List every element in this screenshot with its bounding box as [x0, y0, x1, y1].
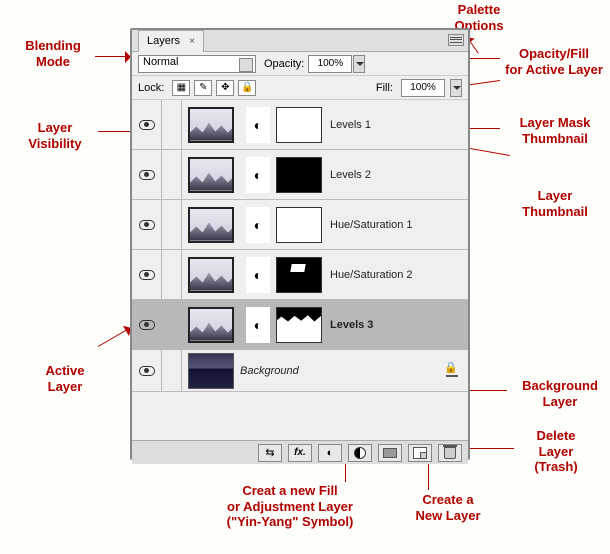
link-column — [162, 250, 182, 299]
anno-create-new-layer: Create aNew Layer — [403, 492, 493, 523]
layer-thumbnail[interactable] — [188, 307, 234, 343]
layer-row[interactable]: ◐ Levels 2 — [132, 150, 468, 200]
layer-mask-thumbnail[interactable] — [276, 107, 322, 143]
link-column — [162, 300, 182, 349]
new-layer-icon — [413, 447, 427, 459]
trash-icon — [444, 447, 456, 459]
eye-icon — [139, 320, 155, 330]
layer-mask-thumbnail[interactable] — [276, 257, 322, 293]
opacity-label: Opacity: — [264, 58, 304, 70]
layer-name[interactable]: Hue/Saturation 1 — [330, 219, 413, 231]
visibility-toggle[interactable] — [132, 200, 162, 249]
layer-name[interactable]: Background — [240, 365, 299, 377]
opacity-slider-icon[interactable] — [353, 55, 365, 73]
layer-thumbnail[interactable] — [188, 257, 234, 293]
fill-input[interactable]: 100% — [401, 79, 445, 97]
link-column — [162, 200, 182, 249]
anno-active-layer: ActiveLayer — [30, 363, 100, 394]
layer-row[interactable]: ◐ Hue/Saturation 1 — [132, 200, 468, 250]
new-layer-button[interactable] — [408, 444, 432, 462]
layer-row[interactable]: ◐ Hue/Saturation 2 — [132, 250, 468, 300]
layer-row[interactable]: Background — [132, 350, 468, 392]
lock-pixels-icon[interactable]: ✎ — [194, 80, 212, 96]
layers-list: ◐ Levels 1 ◐ Levels 2 ◐ Hue/Saturation 1 ◐ Hue/… — [132, 100, 468, 440]
visibility-toggle[interactable] — [132, 150, 162, 199]
link-column — [162, 350, 182, 391]
layer-name[interactable]: Hue/Saturation 2 — [330, 269, 413, 281]
yin-yang-icon — [354, 447, 366, 459]
lock-position-icon[interactable]: ✥ — [216, 80, 234, 96]
anno-layer-mask-thumb: Layer MaskThumbnail — [505, 115, 605, 146]
eye-icon — [139, 170, 155, 180]
anno-blending-mode: BlendingMode — [8, 38, 98, 69]
eye-icon — [139, 220, 155, 230]
layer-mask-thumbnail[interactable] — [276, 157, 322, 193]
layer-name[interactable]: Levels 3 — [330, 319, 373, 331]
lock-all-icon[interactable]: 🔒 — [238, 80, 256, 96]
eye-icon — [139, 270, 155, 280]
anno-opacity-fill: Opacity/Fillfor Active Layer — [504, 46, 604, 77]
layer-mask-thumbnail[interactable] — [276, 307, 322, 343]
delete-layer-button[interactable] — [438, 444, 462, 462]
opacity-input[interactable]: 100% — [308, 55, 352, 73]
blending-mode-select[interactable]: Normal — [138, 55, 256, 73]
layer-row[interactable]: ◐ Levels 1 — [132, 100, 468, 150]
adjustment-icon: ◐ — [246, 307, 270, 343]
layer-style-button[interactable]: fx. — [288, 444, 312, 462]
anno-layer-thumb: LayerThumbnail — [515, 188, 595, 219]
layer-thumbnail[interactable] — [188, 353, 234, 389]
add-mask-button[interactable]: ◐ — [318, 444, 342, 462]
new-group-button[interactable] — [378, 444, 402, 462]
arrow — [98, 328, 130, 347]
adjustment-icon: ◐ — [246, 157, 270, 193]
anno-delete-layer: DeleteLayer(Trash) — [516, 428, 596, 475]
layer-mask-thumbnail[interactable] — [276, 207, 322, 243]
lock-fill-row: Lock: ▦ ✎ ✥ 🔒 Fill: 100% — [132, 76, 468, 100]
visibility-toggle[interactable] — [132, 350, 162, 391]
link-column — [162, 150, 182, 199]
layer-thumbnail[interactable] — [188, 107, 234, 143]
adjustment-icon: ◐ — [246, 257, 270, 293]
lock-label: Lock: — [138, 82, 164, 94]
close-tab-icon[interactable]: × — [189, 36, 195, 47]
eye-icon — [139, 120, 155, 130]
layers-panel: Layers × Normal Opacity: 100% Lock: ▦ ✎ … — [130, 28, 470, 460]
blend-opacity-row: Normal Opacity: 100% — [132, 52, 468, 76]
palette-options-icon[interactable] — [448, 34, 464, 46]
panel-bottom-bar: ⇆ fx. ◐ — [132, 440, 468, 464]
lock-icon — [446, 365, 458, 377]
layer-name[interactable]: Levels 1 — [330, 119, 371, 131]
layer-thumbnail[interactable] — [188, 157, 234, 193]
anno-create-fill: Creat a new Fillor Adjustment Layer("Yin… — [205, 483, 375, 530]
layer-row[interactable]: ◐ Levels 3 — [132, 300, 468, 350]
link-layers-button[interactable]: ⇆ — [258, 444, 282, 462]
fill-slider-icon[interactable] — [450, 79, 462, 97]
visibility-toggle[interactable] — [132, 300, 162, 349]
eye-icon — [139, 366, 155, 376]
arrow — [95, 56, 129, 57]
visibility-toggle[interactable] — [132, 100, 162, 149]
collapse-icon[interactable] — [432, 34, 444, 46]
adjustment-icon: ◐ — [246, 107, 270, 143]
lock-transparency-icon[interactable]: ▦ — [172, 80, 190, 96]
layers-tab[interactable]: Layers × — [138, 30, 204, 52]
new-fill-adjustment-button[interactable] — [348, 444, 372, 462]
tab-label: Layers — [147, 35, 180, 47]
panel-titlebar: Layers × — [132, 30, 468, 52]
folder-icon — [383, 448, 397, 458]
layer-thumbnail[interactable] — [188, 207, 234, 243]
adjustment-icon: ◐ — [246, 207, 270, 243]
anno-background-layer: BackgroundLayer — [510, 378, 610, 409]
blend-mode-value: Normal — [143, 56, 178, 68]
link-column — [162, 100, 182, 149]
anno-layer-visibility: LayerVisibility — [10, 120, 100, 151]
fill-label: Fill: — [376, 82, 393, 94]
layer-name[interactable]: Levels 2 — [330, 169, 371, 181]
visibility-toggle[interactable] — [132, 250, 162, 299]
